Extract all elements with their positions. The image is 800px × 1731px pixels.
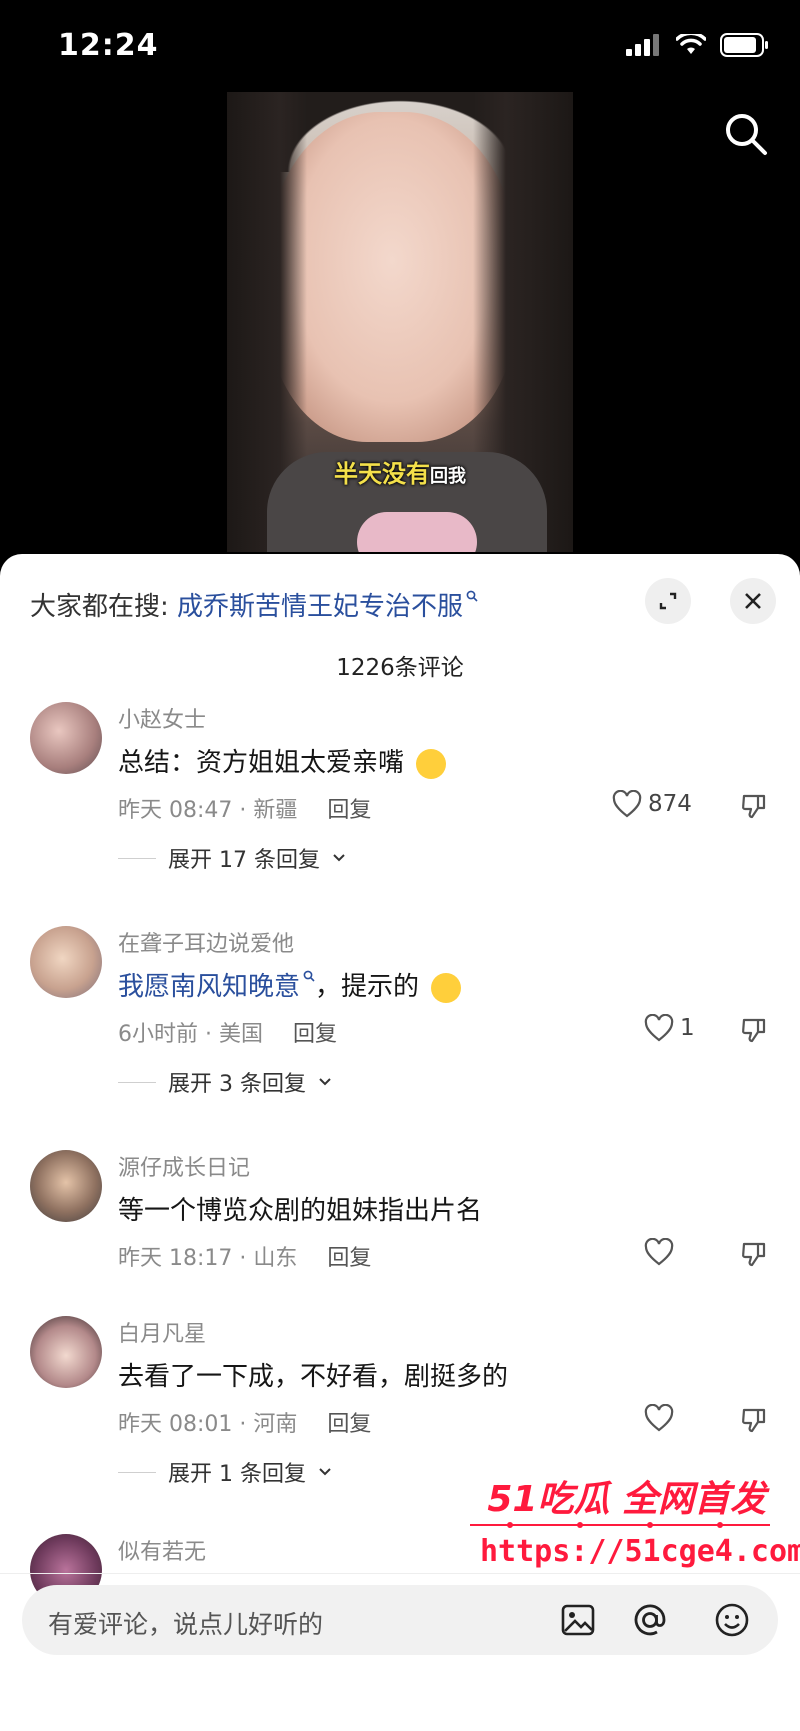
video-player[interactable]: 半天没有回我 <box>227 92 573 552</box>
image-icon[interactable] <box>558 1600 598 1640</box>
video-subtitle: 半天没有回我 <box>227 454 573 489</box>
at-icon[interactable] <box>630 1600 670 1640</box>
comment-meta: 昨天 18:17 · 山东 回复 <box>118 1240 371 1272</box>
expand-replies[interactable]: 展开 3 条回复 <box>118 1066 332 1098</box>
heart-icon <box>644 1404 674 1432</box>
small-search-icon <box>303 970 315 982</box>
avatar[interactable] <box>30 1150 102 1222</box>
comment-text: 等一个博览众剧的姐妹指出片名 <box>118 1196 483 1226</box>
avatar[interactable] <box>30 702 102 774</box>
comment-username[interactable]: 小赵女士 <box>118 702 206 734</box>
comment-username[interactable]: 在聋子耳边说爱他 <box>118 926 294 958</box>
reply-button[interactable]: 回复 <box>327 1246 371 1271</box>
comment-time-location: 昨天 18:17 · 山东 <box>118 1246 298 1271</box>
expand-replies-label: 展开 17 条回复 <box>168 848 320 873</box>
comment-link[interactable]: 我愿南风知晚意 <box>118 972 300 1002</box>
like-button[interactable]: 874 <box>612 790 692 818</box>
status-icons <box>626 33 770 57</box>
wifi-icon <box>676 34 706 54</box>
expand-replies[interactable]: 展开 17 条回复 <box>118 842 346 874</box>
trending-search-prefix: 大家都在搜: <box>30 592 169 622</box>
trending-search-term[interactable]: 成乔斯苦情王妃专治不服 <box>177 592 463 622</box>
comment-time-location: 昨天 08:01 · 河南 <box>118 1412 298 1437</box>
watermark-decoration <box>470 1522 770 1528</box>
avatar[interactable] <box>30 926 102 998</box>
thumbs-down-icon[interactable] <box>740 792 768 820</box>
close-icon <box>745 593 761 609</box>
comment-text: 去看了一下成，不好看，剧挺多的 <box>118 1362 509 1392</box>
thumbs-down-icon[interactable] <box>740 1016 768 1044</box>
expand-button[interactable] <box>645 578 691 624</box>
comment-username[interactable]: 似有若无 <box>118 1534 206 1566</box>
comment-meta: 6小时前 · 美国 回复 <box>118 1016 337 1048</box>
emoji-icon[interactable] <box>712 1600 752 1640</box>
comment-input[interactable]: 有爱评论，说点儿好听的 <box>22 1585 778 1655</box>
battery-icon <box>720 33 768 57</box>
comment-meta: 昨天 08:47 · 新疆 回复 <box>118 792 371 824</box>
like-count: 1 <box>680 1015 695 1041</box>
reply-button[interactable]: 回复 <box>327 798 371 823</box>
like-button[interactable] <box>644 1238 674 1266</box>
comment-text: 我愿南风知晚意 ，提示的 <box>118 966 462 1003</box>
expand-replies[interactable]: 展开 1 条回复 <box>118 1456 332 1488</box>
subtitle-rest: 回我 <box>430 466 466 487</box>
small-search-icon <box>466 590 478 602</box>
status-time: 12:24 <box>58 28 159 63</box>
status-bar: 12:24 <box>0 0 800 90</box>
thumbs-down-icon[interactable] <box>740 1240 768 1268</box>
comment-time-location: 昨天 08:47 · 新疆 <box>118 798 298 823</box>
like-button[interactable] <box>644 1404 674 1432</box>
subtitle-highlight: 半天没有 <box>334 460 430 488</box>
signal-icon <box>626 34 659 56</box>
comment-input-placeholder: 有爱评论，说点儿好听的 <box>48 1610 324 1639</box>
expand-replies-label: 展开 1 条回复 <box>168 1462 306 1487</box>
chevron-down-icon <box>319 1078 331 1086</box>
avatar[interactable] <box>30 1316 102 1388</box>
expand-icon <box>659 592 677 610</box>
reply-button[interactable]: 回复 <box>327 1412 371 1437</box>
comment-meta: 昨天 08:01 · 河南 回复 <box>118 1406 371 1438</box>
watermark: 51吃瓜 全网首发 https://51cge4.com <box>470 1468 800 1578</box>
watermark-title: 51吃瓜 全网首发 <box>487 1479 766 1520</box>
flushed-emoji <box>431 972 462 1003</box>
comment-time-location: 6小时前 · 美国 <box>118 1022 263 1047</box>
chevron-down-icon <box>333 854 345 862</box>
thumbs-down-icon[interactable] <box>740 1406 768 1434</box>
heart-icon <box>644 1238 674 1266</box>
like-button[interactable]: 1 <box>644 1014 695 1042</box>
chevron-down-icon <box>319 1468 331 1476</box>
like-count: 874 <box>648 791 692 817</box>
heart-icon <box>612 790 642 818</box>
watermark-url: https://51cge4.com <box>480 1534 800 1569</box>
comment-count: 1226条评论 <box>336 655 464 681</box>
laughing-crying-emoji <box>416 748 447 779</box>
expand-replies-label: 展开 3 条回复 <box>168 1072 306 1097</box>
trending-search[interactable]: 大家都在搜: 成乔斯苦情王妃专治不服 <box>30 586 478 623</box>
reply-button[interactable]: 回复 <box>293 1022 337 1047</box>
close-button[interactable] <box>730 578 776 624</box>
search-icon[interactable] <box>722 110 770 158</box>
comment-username[interactable]: 白月凡星 <box>118 1316 206 1348</box>
comment-text: 总结：资方姐姐太爱亲嘴 <box>118 742 447 779</box>
comment-username[interactable]: 源仔成长日记 <box>118 1150 250 1182</box>
heart-icon <box>644 1014 674 1042</box>
